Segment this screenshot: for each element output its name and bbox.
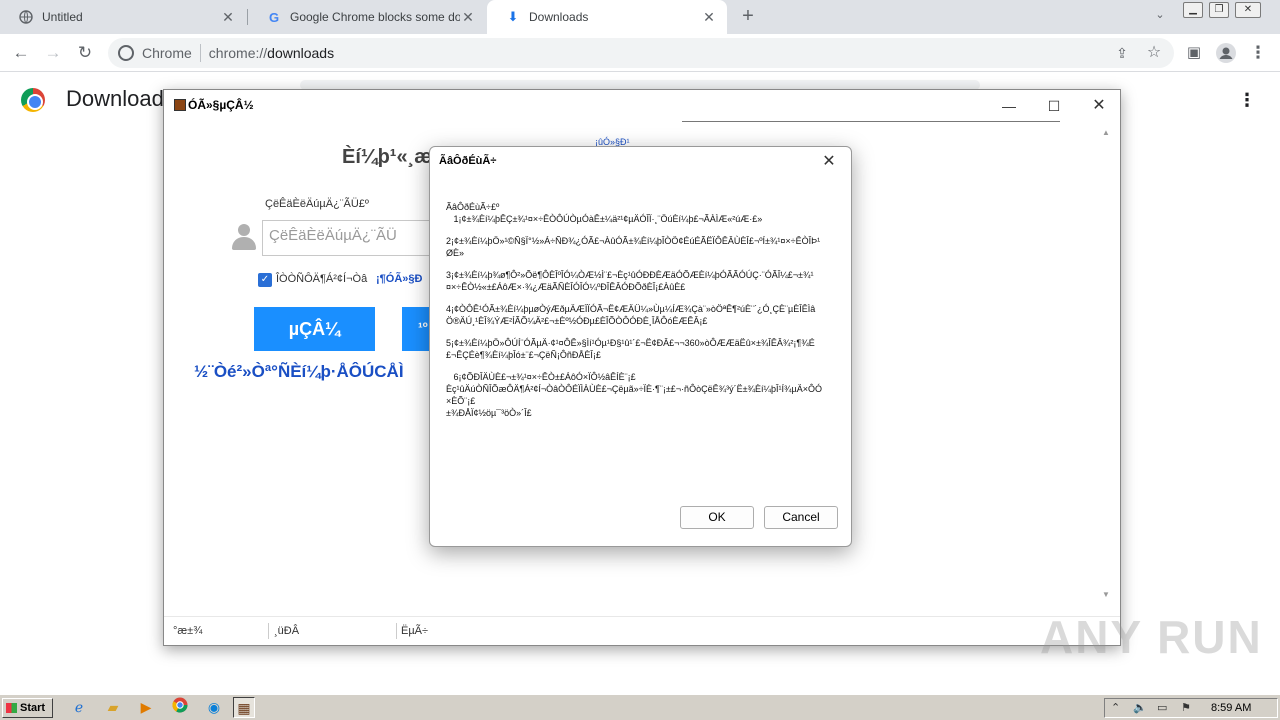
restore-button[interactable]: ❐ — [1209, 2, 1229, 18]
ok-button[interactable]: OK — [680, 506, 754, 529]
installer-title: ÓÃ»§µÇÂ½ — [188, 98, 254, 112]
disclaimer-paragraph: 6¡¢ÕÐÎÄÙÈ£¬±¾¹¤×÷ÊÒ±£ÁôÓ×ÏÔ½âÊÍÈ¨¡£ Èç¹û… — [446, 372, 822, 418]
url-host: downloads — [267, 45, 335, 61]
media-player-icon[interactable]: ▶ — [135, 697, 157, 718]
browser-toolbar: ← → ↻ Chrome chrome:// downloads ⇪ ☆ ▣ ⋮ — [0, 34, 1280, 72]
network-icon[interactable]: ▭ — [1157, 701, 1167, 714]
disclaimer-paragraph: 5¡¢±¾Èí¼þÖ»ÔÚÍ¨ÓÃµÄ·¢¹¤ÔÊ»§Ìí¹Óµ¹Ð§¹û¹´£… — [446, 338, 815, 360]
volume-icon[interactable]: 🔈 — [1133, 701, 1147, 714]
share-icon[interactable]: ⇪ — [1112, 43, 1132, 63]
tab-title: Untitled — [42, 10, 83, 24]
maximize-button[interactable]: ☐ — [1039, 96, 1069, 116]
tab-strip: Untitled ✕ G Google Chrome blocks some d… — [0, 0, 1280, 34]
reload-icon[interactable]: ↻ — [75, 43, 95, 63]
close-tab-icon[interactable]: ✕ — [220, 9, 236, 25]
taskbar: Start ℯ ▰ ▶ ◉ ▦ ⌃ 🔈 ▭ ⚑ 8:59 AM — [0, 694, 1280, 720]
user-icon — [230, 222, 258, 252]
chrome-site-icon — [118, 45, 134, 61]
close-window-button[interactable]: ✕ — [1235, 2, 1261, 18]
profile-avatar-icon[interactable] — [1216, 43, 1236, 63]
tab-google-chrome-blocks[interactable]: G Google Chrome blocks some downlo ✕ — [248, 0, 486, 34]
clock: 8:59 AM — [1211, 702, 1252, 714]
more-actions-icon[interactable]: ⋮ — [1238, 90, 1256, 111]
chrome-taskbar-icon[interactable] — [169, 697, 191, 718]
start-button[interactable]: Start — [2, 698, 53, 718]
status-version: °æ±¾ — [173, 625, 203, 637]
status-bar: °æ±¾ ¸üÐÂ ËµÃ÷ — [164, 616, 1120, 646]
login-button[interactable]: µÇÂ¼ — [254, 307, 375, 351]
install-tip: ½¨Òé²»Òª°ÑÈí¼þ·ÅÔÚCÅÌ — [194, 362, 404, 381]
scroll-down-arrow-icon[interactable]: ▼ — [1102, 590, 1110, 599]
status-divider — [268, 623, 269, 639]
internet-explorer-icon[interactable]: ℯ — [68, 697, 90, 718]
chrome-logo-icon — [21, 88, 45, 112]
status-update: ¸üÐÂ — [274, 625, 300, 637]
dialog-title: ÃâÔðÉùÃ÷ — [439, 155, 497, 167]
tab-untitled[interactable]: Untitled ✕ — [0, 0, 246, 34]
user-agreement-link[interactable]: ¡¶ÓÃ»§Ð­ — [376, 273, 426, 285]
new-tab-button[interactable]: + — [738, 6, 758, 26]
address-bar[interactable]: Chrome chrome:// downloads — [108, 38, 1174, 68]
installer-taskbar-icon[interactable]: ▦ — [233, 697, 255, 718]
scroll-up-arrow-icon[interactable]: ▲ — [1102, 128, 1110, 137]
back-icon[interactable]: ← — [11, 43, 31, 63]
status-divider — [396, 623, 397, 639]
page-title: Download — [66, 86, 164, 111]
cancel-button[interactable]: Cancel — [764, 506, 838, 529]
close-window-button[interactable]: ✕ — [1084, 96, 1114, 116]
close-icon[interactable]: ✕ — [818, 151, 840, 173]
folder-icon[interactable]: ▰ — [102, 697, 124, 718]
disclaimer-paragraph: ÃâÔðÉùÃ÷£º 1¡¢±¾Èí¼þÊÇ±¾¹¤×÷ÊÒÔÚÒµÓàÊ±¼ä… — [446, 202, 763, 224]
dialog-body: ÃâÔðÉùÃ÷£º 1¡¢±¾Èí¼þÊÇ±¾¹¤×÷ÊÒÔÚÒµÓàÊ±¼ä… — [446, 201, 822, 429]
show-hidden-icons-icon[interactable]: ⌃ — [1111, 701, 1120, 714]
system-tray: ⌃ 🔈 ▭ ⚑ 8:59 AM — [1104, 698, 1278, 718]
installer-heading: Èí¼þ¹«¸æ — [342, 146, 433, 168]
chevron-down-icon[interactable]: ⌄ — [1152, 8, 1168, 24]
omnibox-divider — [199, 44, 201, 62]
agree-label: ÎÒÒÑÔÄ¶Á²¢Í¬Òâ — [276, 273, 368, 285]
tab-title: Downloads — [529, 10, 589, 24]
minimize-button[interactable]: — — [994, 96, 1024, 116]
divider — [682, 121, 1060, 122]
minimize-button[interactable]: ▁ — [1183, 2, 1203, 18]
bookmark-star-icon[interactable]: ☆ — [1144, 43, 1164, 63]
google-icon: G — [268, 9, 280, 25]
app-icon — [174, 99, 186, 111]
disclaimer-paragraph: 4¡¢ÒÔÊ¹ÓÃ±¾Èí¼þµøÒýÆðµÄÆÏÏÓÃ¬Ë¢ÆÄÜ¼»Ùµ¼Í… — [446, 304, 816, 326]
agree-checkbox[interactable]: ✓ — [258, 273, 272, 287]
disclaimer-paragraph: 2¡¢±¾Èí¼þÖ»¹©Ñ§Ï°½»Á÷ÑÐ¾¿ÓÃ£¬ÀûÓÃ±¾Èí¼þÎ… — [446, 236, 821, 258]
globe-icon — [18, 9, 34, 25]
status-description: ËµÃ÷ — [401, 625, 429, 637]
disclaimer-dialog: ÃâÔðÉùÃ÷ ✕ ÃâÔðÉùÃ÷£º 1¡¢±¾Èí¼þÊÇ±¾¹¤×÷Ê… — [429, 146, 852, 547]
url-scheme: chrome:// — [208, 45, 268, 61]
tab-downloads[interactable]: ⬇ Downloads ✕ — [487, 0, 727, 34]
side-panel-icon[interactable]: ▣ — [1184, 43, 1204, 63]
download-icon: ⬇ — [507, 9, 519, 24]
chrome-menu-icon[interactable]: ⋮ — [1248, 43, 1268, 63]
tab-title: Google Chrome blocks some downlo — [290, 10, 460, 24]
site-chip: Chrome — [142, 45, 192, 61]
close-tab-icon[interactable]: ✕ — [460, 9, 476, 25]
close-tab-icon[interactable]: ✕ — [701, 9, 717, 25]
edge-icon[interactable]: ◉ — [203, 697, 225, 718]
action-center-flag-icon[interactable]: ⚑ — [1181, 701, 1191, 714]
watermark-logo: ANY RUN — [1040, 611, 1263, 663]
card-key-label: ÇëÊäÈëÄúµÄ¿¨ÃÜ£º — [265, 198, 369, 210]
disclaimer-paragraph: 3¡¢±¾Èí¼þ¾ø¶Ô²»Õë¶ÔÈÎºÎÓ¼ÒÆ½Ì¨£¬Èç¹ûÓÐÐÈ… — [446, 270, 814, 292]
forward-icon[interactable]: → — [43, 43, 63, 63]
card-key-input[interactable]: ÇëÊäÈëÄúµÄ¿¨ÃÜ — [262, 220, 432, 256]
